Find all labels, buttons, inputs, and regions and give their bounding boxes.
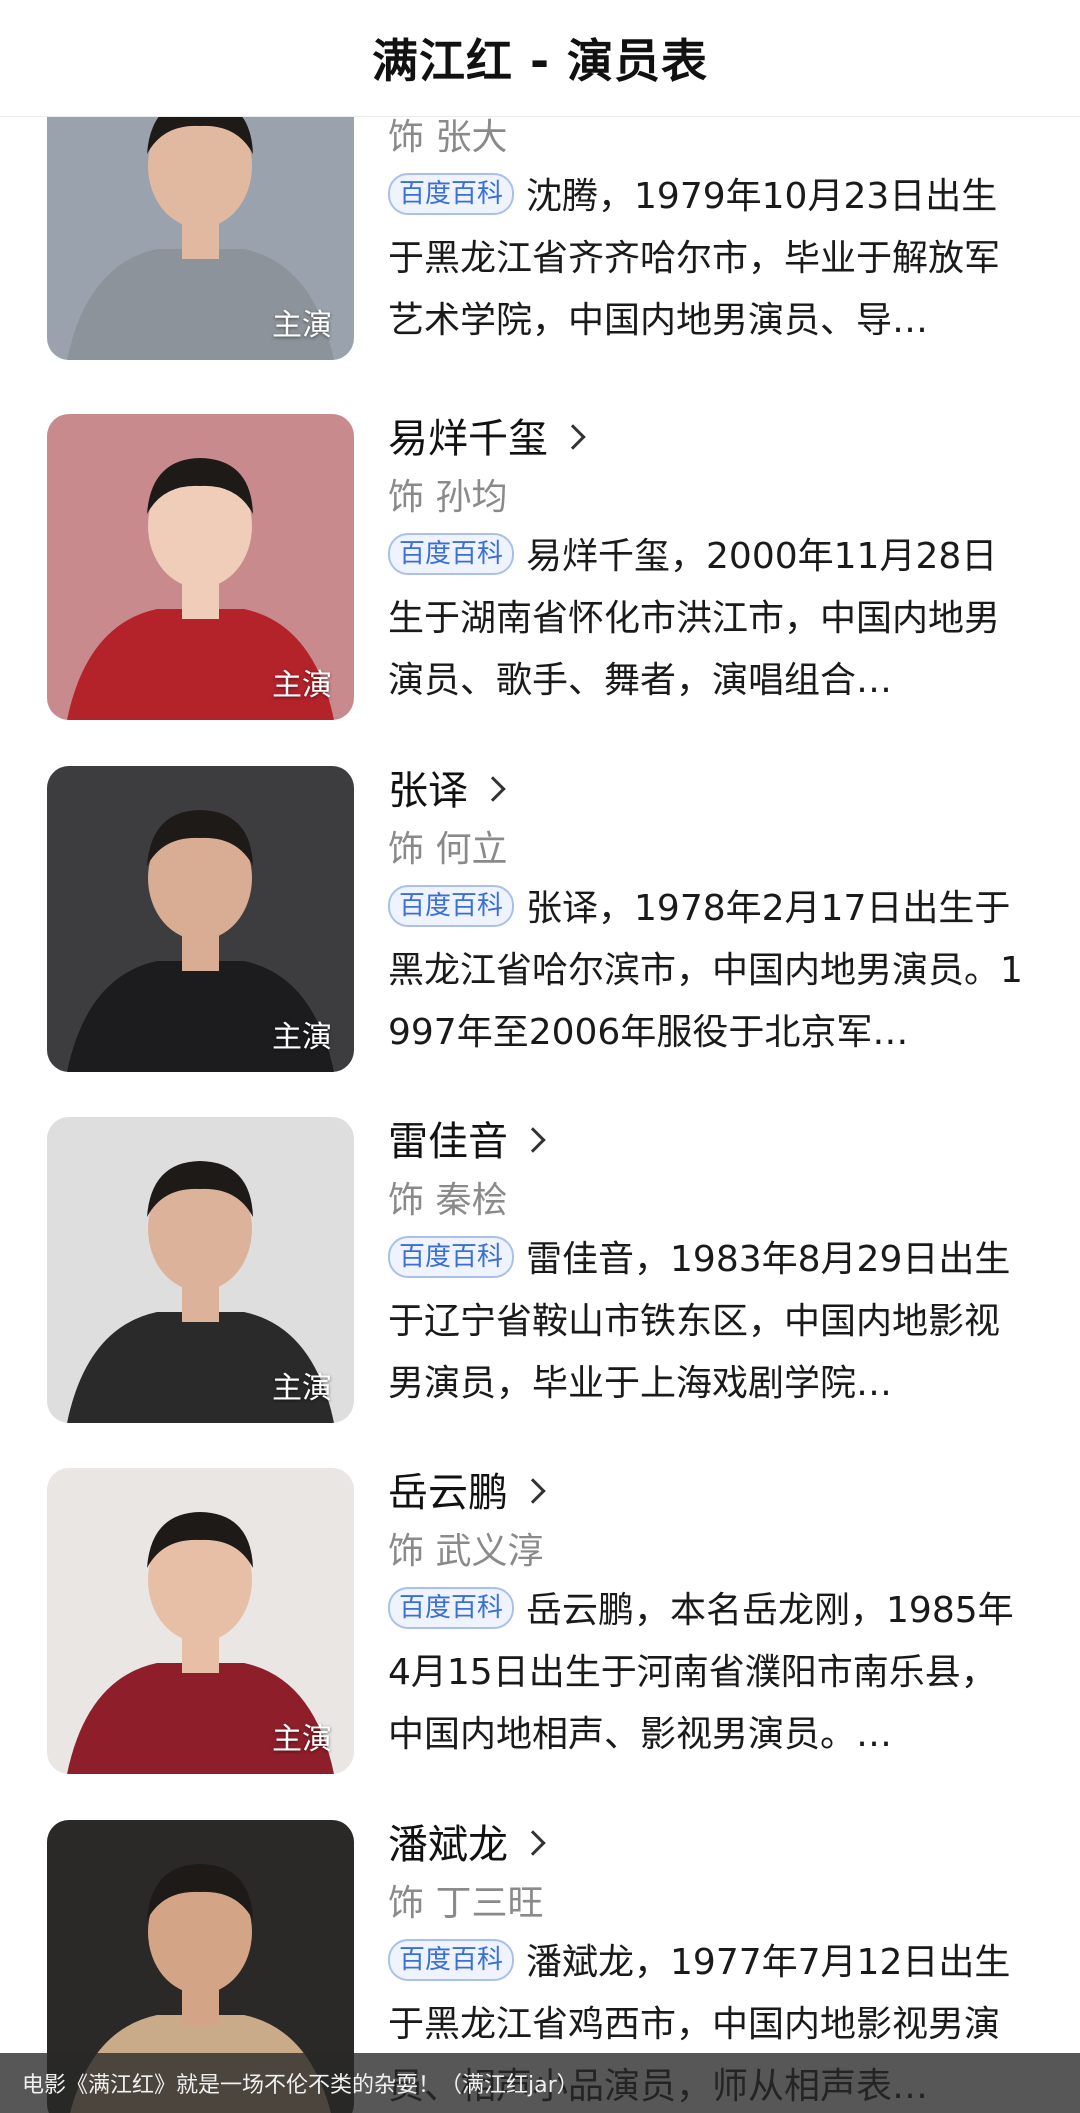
cast-item[interactable]: 主演 岳云鹏 饰 武义淳 百度百科 岳云鹏，本名岳龙刚，1985年4月15日出生于… xyxy=(0,1468,1080,1774)
actor-photo: 主演 xyxy=(47,1468,354,1774)
cast-item[interactable]: 主演 饰 张大 百度百科 沈腾，1979年10月23日出生于黑龙江省齐齐哈尔市，毕… xyxy=(0,116,1080,360)
baike-tag: 百度百科 xyxy=(388,533,515,575)
actor-name-link[interactable]: 岳云鹏 xyxy=(388,1460,546,1518)
character-role: 饰 秦桧 xyxy=(388,1180,508,1221)
chevron-right-icon xyxy=(520,1830,546,1856)
actor-photo: 主演 xyxy=(47,766,354,1072)
actor-name-link[interactable]: 张译 xyxy=(388,758,506,816)
cast-list: 主演 饰 张大 百度百科 沈腾，1979年10月23日出生于黑龙江省齐齐哈尔市，毕… xyxy=(0,116,1080,2113)
character-role: 饰 孙均 xyxy=(388,477,508,518)
cast-item[interactable]: 主演 易烊千玺 饰 孙均 百度百科 易烊千玺，2000年11月28日生于湖南省怀化… xyxy=(0,414,1080,720)
character-role: 饰 丁三旺 xyxy=(388,1883,544,1924)
actor-photo: 主演 xyxy=(47,116,354,360)
actor-name: 易烊千玺 xyxy=(388,416,548,462)
caption-text: 电影《满江红》就是一场不伦不类的杂耍！（满江红jar） xyxy=(22,2073,579,2098)
actor-name: 雷佳音 xyxy=(388,1119,508,1165)
chevron-right-icon xyxy=(480,776,506,802)
baike-tag: 百度百科 xyxy=(388,1587,515,1629)
chevron-right-icon xyxy=(520,1127,546,1153)
lead-role-badge: 主演 xyxy=(272,1020,332,1055)
page-title: 满江红 - 演员表 xyxy=(371,34,709,88)
baike-tag: 百度百科 xyxy=(388,885,515,927)
actor-name: 岳云鹏 xyxy=(388,1470,508,1516)
character-role: 饰 张大 xyxy=(388,117,508,158)
actor-bio[interactable]: 百度百科 沈腾，1979年10月23日出生于黑龙江省齐齐哈尔市，毕业于解放军艺术学… xyxy=(388,166,1028,352)
lead-role-badge: 主演 xyxy=(272,308,332,343)
actor-name-link[interactable]: 潘斌龙 xyxy=(388,1812,546,1870)
cast-item[interactable]: 主演 雷佳音 饰 秦桧 百度百科 雷佳音，1983年8月29日出生于辽宁省鞍山市铁… xyxy=(0,1117,1080,1423)
caption-bar: 电影《满江红》就是一场不伦不类的杂耍！（满江红jar） xyxy=(0,2053,1080,2113)
character-role: 饰 何立 xyxy=(388,829,508,870)
chevron-right-icon xyxy=(560,424,586,450)
chevron-right-icon xyxy=(520,1478,546,1504)
actor-bio[interactable]: 百度百科 张译，1978年2月17日出生于黑龙江省哈尔滨市，中国内地男演员。199… xyxy=(388,878,1028,1064)
actor-photo: 主演 xyxy=(47,414,354,720)
lead-role-badge: 主演 xyxy=(272,1722,332,1757)
actor-name-link[interactable]: 雷佳音 xyxy=(388,1109,546,1167)
baike-tag: 百度百科 xyxy=(388,173,515,215)
actor-bio[interactable]: 百度百科 雷佳音，1983年8月29日出生于辽宁省鞍山市铁东区，中国内地影视男演员… xyxy=(388,1229,1028,1415)
lead-role-badge: 主演 xyxy=(272,1371,332,1406)
actor-name: 张译 xyxy=(388,768,468,814)
actor-name-link[interactable]: 易烊千玺 xyxy=(388,406,586,464)
cast-item[interactable]: 主演 张译 饰 何立 百度百科 张译，1978年2月17日出生于黑龙江省哈尔滨市，… xyxy=(0,766,1080,1072)
page-header: 满江红 - 演员表 xyxy=(0,0,1080,117)
baike-tag: 百度百科 xyxy=(388,1939,515,1981)
actor-name: 潘斌龙 xyxy=(388,1822,508,1868)
baike-tag: 百度百科 xyxy=(388,1236,515,1278)
actor-bio[interactable]: 百度百科 易烊千玺，2000年11月28日生于湖南省怀化市洪江市，中国内地男演员、… xyxy=(388,526,1028,712)
lead-role-badge: 主演 xyxy=(272,668,332,703)
actor-bio[interactable]: 百度百科 岳云鹏，本名岳龙刚，1985年4月15日出生于河南省濮阳市南乐县，中国内… xyxy=(388,1580,1028,1766)
actor-photo: 主演 xyxy=(47,1117,354,1423)
character-role: 饰 武义淳 xyxy=(388,1531,544,1572)
